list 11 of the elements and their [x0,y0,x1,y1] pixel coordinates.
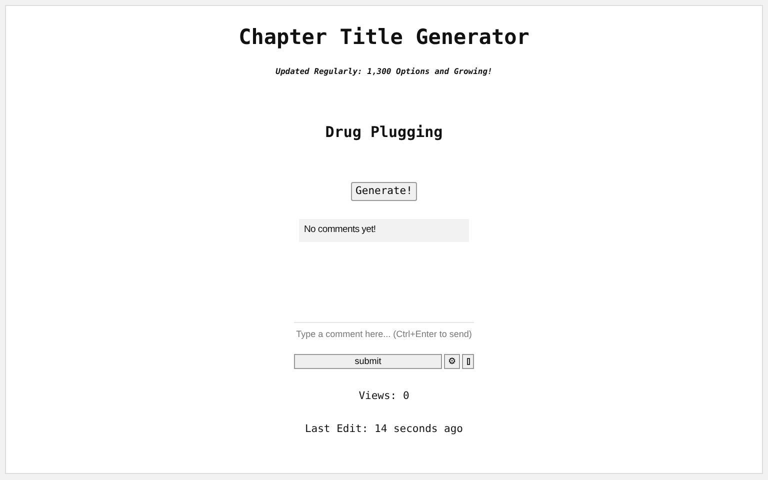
settings-button[interactable]: ⚙ [444,354,460,369]
box-icon [466,358,470,365]
page-title: Chapter Title Generator [238,24,530,51]
submit-button[interactable]: submit [294,354,442,369]
generated-title: Drug Plugging [325,122,443,142]
views-count: Views: 0 [358,389,410,404]
extra-button[interactable] [462,354,474,369]
comments-message: No comments yet! [299,219,469,242]
generate-button[interactable]: Generate! [350,182,418,202]
last-edit: Last Edit: 14 seconds ago [304,422,464,437]
subtitle: Updated Regularly: 1,300 Options and Growing! [276,66,492,78]
